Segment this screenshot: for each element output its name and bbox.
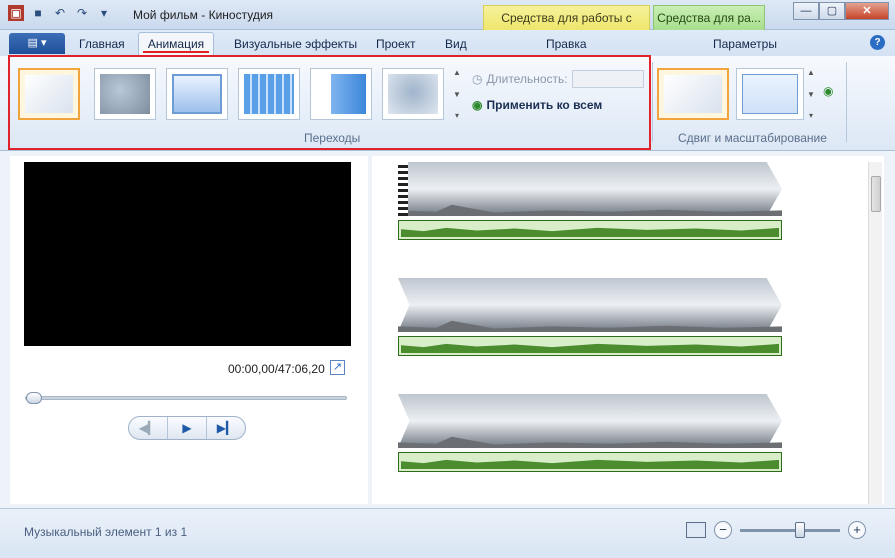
transition-blur[interactable] bbox=[382, 68, 444, 120]
customize-qat-icon[interactable]: ▾ bbox=[96, 5, 112, 21]
previous-frame-button[interactable]: ◀▎ bbox=[129, 417, 167, 439]
duration-label: Длительность: bbox=[486, 72, 568, 86]
panzoom-none[interactable] bbox=[657, 68, 729, 120]
red-underline bbox=[143, 51, 209, 53]
video-clip[interactable] bbox=[398, 278, 798, 332]
workspace: 00:00,00/47:06,20 ↗ ◀▎ ▶ ▶▎ bbox=[0, 151, 895, 508]
tab-animation-label: Анимация bbox=[147, 37, 205, 51]
scrollbar-thumb[interactable] bbox=[871, 176, 881, 212]
clip-row[interactable] bbox=[398, 162, 798, 240]
clip-row[interactable] bbox=[398, 278, 798, 356]
tab-project[interactable]: Проект bbox=[376, 37, 416, 51]
play-button[interactable]: ▶ bbox=[167, 417, 207, 439]
tab-visual-effects[interactable]: Визуальные эффекты bbox=[234, 37, 357, 51]
next-frame-button[interactable]: ▶▎ bbox=[207, 417, 245, 439]
context-tab-audio-tools: Средства для ра... bbox=[653, 5, 765, 31]
tab-animation[interactable]: Анимация bbox=[138, 32, 214, 56]
video-clip[interactable] bbox=[398, 394, 798, 448]
status-bar: Музыкальный элемент 1 из 1 − + bbox=[0, 508, 895, 558]
minimize-button[interactable]: — bbox=[793, 2, 819, 20]
tab-home[interactable]: Главная bbox=[79, 37, 125, 51]
transition-crossfade[interactable] bbox=[94, 68, 156, 120]
zoom-in-icon[interactable]: + bbox=[848, 521, 866, 539]
thumbnail-size-icon[interactable] bbox=[686, 522, 706, 538]
seek-bar[interactable] bbox=[25, 392, 347, 404]
tab-edit[interactable]: Правка bbox=[546, 37, 587, 51]
maximize-button[interactable]: ▢ bbox=[819, 2, 845, 20]
transition-mosaic[interactable] bbox=[238, 68, 300, 120]
panzoom-group-label: Сдвиг и масштабирование bbox=[678, 131, 827, 145]
window-controls: — ▢ ✕ bbox=[793, 2, 889, 20]
redo-icon[interactable]: ↷ bbox=[74, 5, 90, 21]
timer-icon: ◷ bbox=[472, 72, 483, 86]
transitions-group-label: Переходы bbox=[304, 131, 361, 145]
fullscreen-icon[interactable]: ↗ bbox=[330, 360, 345, 375]
undo-icon[interactable]: ↶ bbox=[52, 5, 68, 21]
title-bar: ▣ ■ ↶ ↷ ▾ Мой фильм - Киностудия Средств… bbox=[0, 0, 895, 49]
gallery-more-icon[interactable]: ▾ bbox=[452, 111, 462, 120]
music-waveform bbox=[401, 227, 779, 237]
music-waveform bbox=[401, 459, 779, 469]
chevron-down-icon[interactable]: ▼ bbox=[452, 90, 462, 99]
seek-knob[interactable] bbox=[26, 392, 42, 404]
save-icon[interactable]: ■ bbox=[30, 5, 46, 21]
chevron-up-icon[interactable]: ▲ bbox=[806, 68, 816, 77]
gallery-more-icon[interactable]: ▾ bbox=[806, 111, 816, 120]
quick-access-toolbar: ▣ ■ ↶ ↷ ▾ bbox=[8, 5, 112, 21]
zoom-out-icon[interactable]: − bbox=[714, 521, 732, 539]
timeline-scrollbar[interactable] bbox=[868, 162, 882, 504]
zoom-slider[interactable] bbox=[740, 521, 840, 538]
clip-row[interactable] bbox=[398, 394, 798, 472]
transitions-gallery-scroll[interactable]: ▲ ▼ ▾ bbox=[452, 68, 462, 120]
chevron-down-icon[interactable]: ▼ bbox=[806, 90, 816, 99]
ribbon-tabs: ▤ ▾ Главная Анимация Визуальные эффекты … bbox=[0, 30, 895, 56]
music-track[interactable] bbox=[398, 336, 782, 356]
tab-view[interactable]: Вид bbox=[445, 37, 467, 51]
apply-all-icon: ◉ bbox=[472, 98, 483, 112]
zoom-slider-knob[interactable] bbox=[795, 521, 805, 538]
transition-flip[interactable] bbox=[310, 68, 372, 120]
chevron-up-icon[interactable]: ▲ bbox=[452, 68, 462, 77]
context-tab-video-tools: Средства для работы с видео bbox=[483, 5, 650, 49]
playback-controls: ◀▎ ▶ ▶▎ bbox=[128, 416, 246, 440]
transition-zoom[interactable] bbox=[166, 68, 228, 120]
transition-none[interactable] bbox=[18, 68, 80, 120]
storyboard-timeline bbox=[372, 156, 884, 504]
app-icon: ▣ bbox=[8, 5, 24, 21]
panzoom-apply-all-icon[interactable]: ◉ bbox=[823, 84, 833, 98]
close-button[interactable]: ✕ bbox=[845, 2, 889, 20]
video-preview[interactable] bbox=[24, 162, 351, 346]
music-track[interactable] bbox=[398, 452, 782, 472]
zoom-control: − + bbox=[686, 521, 866, 539]
video-clip[interactable] bbox=[398, 162, 798, 216]
duration-control: ◷ Длительность: bbox=[472, 70, 644, 88]
preview-pane: 00:00,00/47:06,20 ↗ ◀▎ ▶ ▶▎ bbox=[10, 156, 368, 504]
ribbon-panel: ▲ ▼ ▾ ◷ Длительность: ◉ Применить ко всем … bbox=[0, 56, 895, 151]
file-menu-button[interactable]: ▤ ▾ bbox=[9, 33, 65, 54]
panzoom-gallery-scroll[interactable]: ▲ ▼ ▾ bbox=[806, 68, 816, 120]
window-title: Мой фильм - Киностудия bbox=[133, 8, 274, 22]
apply-all-label: Применить ко всем bbox=[486, 98, 603, 112]
panzoom-effect[interactable] bbox=[736, 68, 804, 120]
music-waveform bbox=[401, 343, 779, 353]
group-separator bbox=[846, 62, 847, 142]
music-track[interactable] bbox=[398, 220, 782, 240]
duration-field[interactable] bbox=[571, 70, 644, 88]
group-separator bbox=[652, 62, 653, 142]
help-icon[interactable]: ? bbox=[870, 35, 885, 50]
playhead-marker bbox=[398, 162, 408, 216]
status-text: Музыкальный элемент 1 из 1 bbox=[24, 525, 188, 539]
tab-options[interactable]: Параметры bbox=[713, 37, 777, 51]
timecode: 00:00,00/47:06,20 bbox=[228, 362, 325, 376]
apply-to-all-button[interactable]: ◉ Применить ко всем bbox=[472, 98, 602, 112]
